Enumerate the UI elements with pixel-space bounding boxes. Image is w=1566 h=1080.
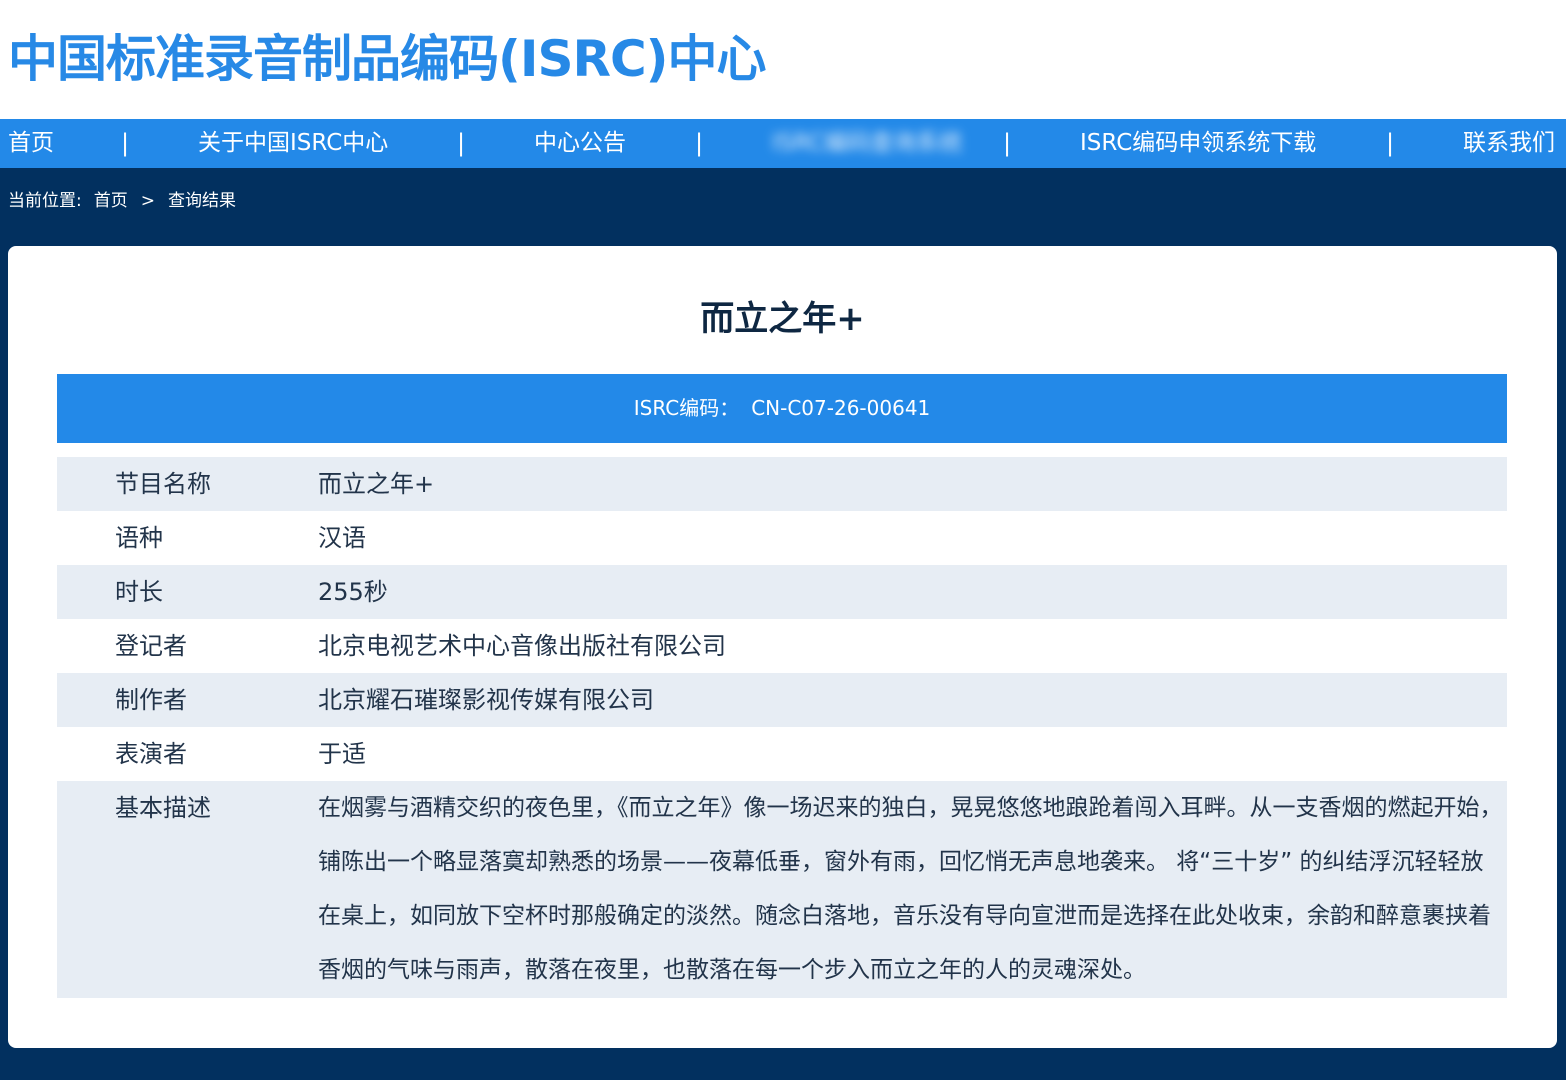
field-label: 时长 (115, 578, 163, 606)
field-value: 北京耀石璀璨影视传媒有限公司 (318, 686, 654, 714)
info-table: 节目名称 而立之年+ 语种 汉语 时长 255秒 登记者 北京电视艺术中心音像出… (57, 457, 1507, 998)
breadcrumb-current: 查询结果 (167, 191, 236, 211)
nav-item-home[interactable]: 首页 (8, 119, 54, 168)
song-title: 而立之年+ (700, 299, 865, 339)
table-row: 表演者 于适 (57, 727, 1507, 781)
field-value: 汉语 (318, 524, 366, 552)
isrc-label: ISRC编码： (633, 396, 740, 420)
site-header: 中国标准录音制品编码(ISRC)中心 (0, 0, 1566, 119)
site-title[interactable]: 中国标准录音制品编码(ISRC)中心 (8, 26, 767, 92)
field-label: 节目名称 (115, 470, 211, 498)
table-row: 登记者 北京电视艺术中心音像出版社有限公司 (57, 619, 1507, 673)
table-row-description: 基本描述 在烟雾与酒精交织的夜色里，《而立之年》像一场迟来的独白，晃晃悠悠地踉跄… (57, 781, 1507, 998)
table-row: 节目名称 而立之年+ (57, 457, 1507, 511)
breadcrumb: 当前位置: 首页 > 查询结果 (8, 189, 236, 213)
nav-item-announcements[interactable]: 中心公告 (534, 119, 626, 168)
field-label: 语种 (115, 524, 163, 552)
nav-separator: | (695, 129, 704, 157)
nav-item-query[interactable]: ISRC编码查询系统 (772, 119, 962, 168)
field-value: 于适 (318, 740, 366, 768)
nav-item-contact[interactable]: 联系我们 (1463, 119, 1555, 168)
breadcrumb-home-link[interactable]: 首页 (94, 189, 128, 213)
breadcrumb-prefix: 当前位置: (8, 191, 82, 211)
nav-separator: | (1386, 129, 1395, 157)
isrc-code-bar: ISRC编码： CN-C07-26-00641 (57, 374, 1507, 443)
nav-separator: | (1003, 129, 1012, 157)
nav-separator: | (121, 129, 130, 157)
result-card: 而立之年+ ISRC编码： CN-C07-26-00641 节目名称 而立之年+ … (8, 246, 1557, 1048)
field-label: 表演者 (115, 740, 187, 768)
field-label: 制作者 (115, 686, 187, 714)
breadcrumb-separator: > (140, 191, 155, 211)
field-value: 北京电视艺术中心音像出版社有限公司 (318, 632, 726, 660)
field-value: 而立之年+ (318, 470, 435, 498)
nav-item-download[interactable]: ISRC编码申领系统下载 (1080, 119, 1316, 168)
field-label: 登记者 (115, 632, 187, 660)
field-label: 基本描述 (115, 794, 211, 822)
table-row: 时长 255秒 (57, 565, 1507, 619)
table-row: 制作者 北京耀石璀璨影视传媒有限公司 (57, 673, 1507, 727)
main-nav: 首页 | 关于中国ISRC中心 | 中心公告 | ISRC编码查询系统 | IS… (0, 119, 1566, 168)
nav-item-about[interactable]: 关于中国ISRC中心 (198, 119, 388, 168)
description-text: 在烟雾与酒精交织的夜色里，《而立之年》像一场迟来的独白，晃晃悠悠地踉跄着闯入耳畔… (318, 795, 1503, 983)
table-row: 语种 汉语 (57, 511, 1507, 565)
isrc-code: CN-C07-26-00641 (751, 396, 931, 420)
field-value: 255秒 (318, 578, 388, 606)
nav-separator: | (457, 129, 466, 157)
